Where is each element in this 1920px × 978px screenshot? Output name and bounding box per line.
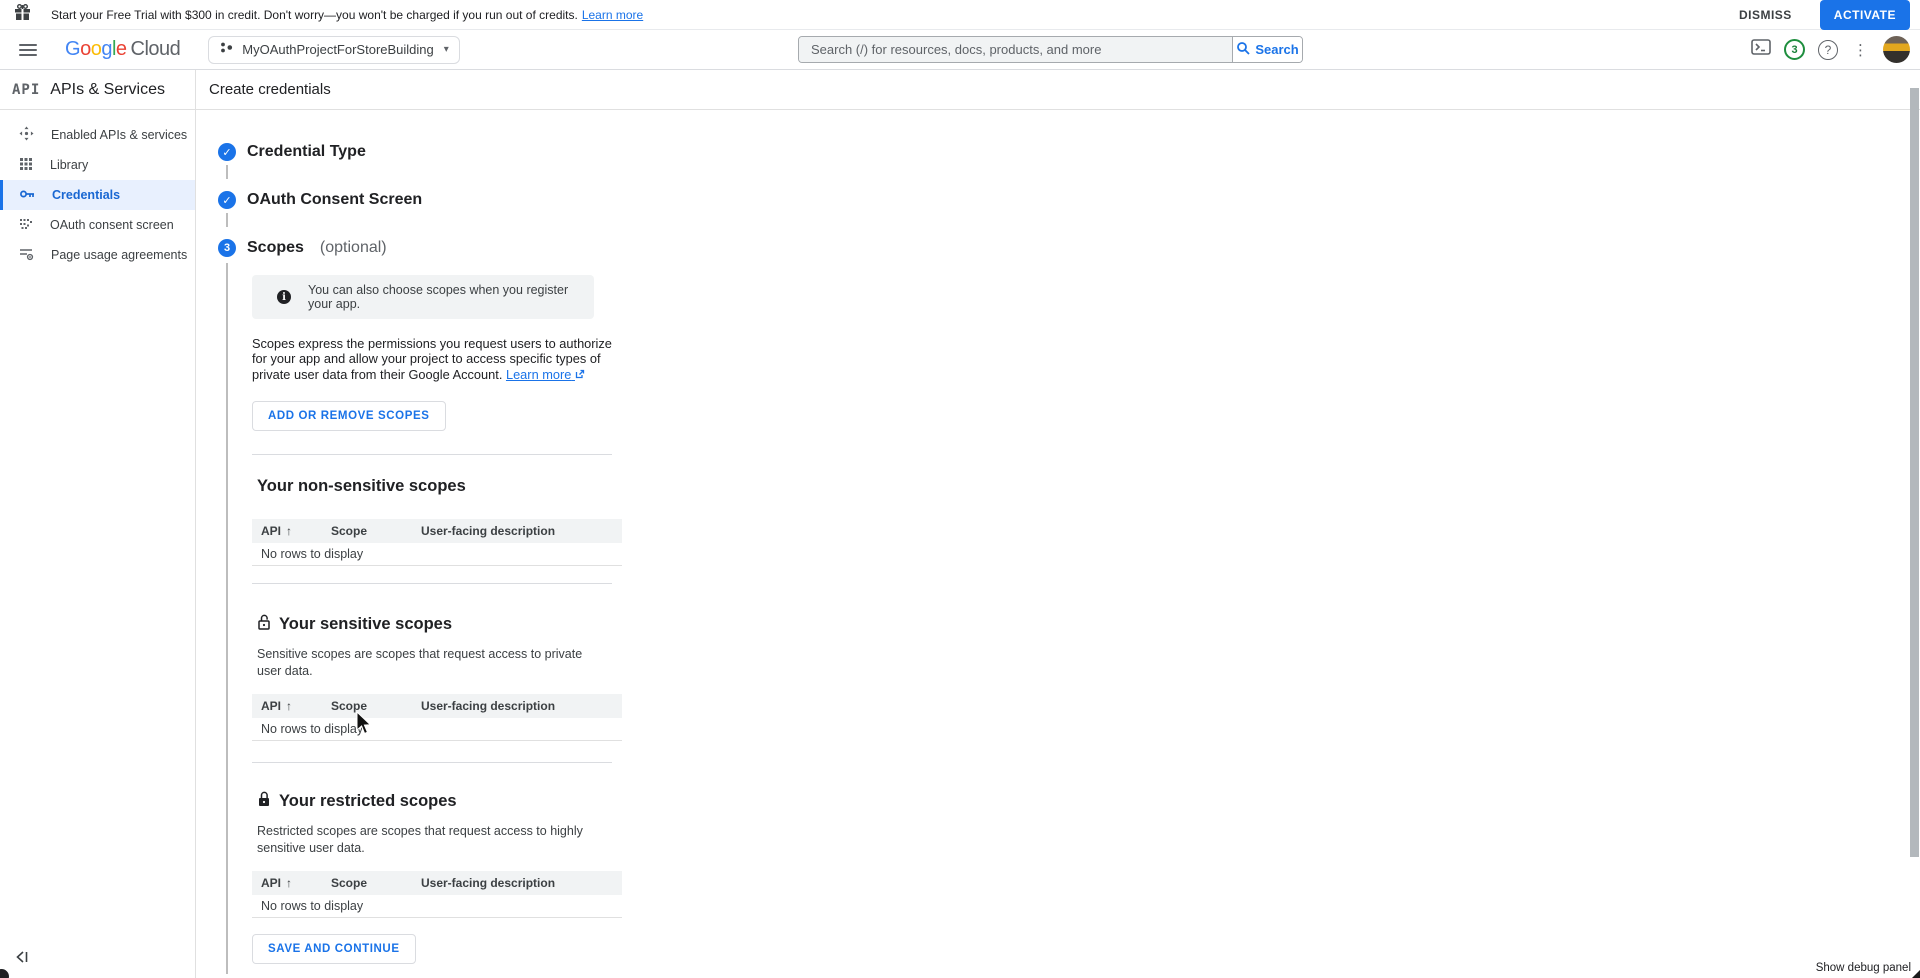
section-description: Sensitive scopes are scopes that request… — [257, 646, 602, 680]
gift-icon — [14, 4, 31, 26]
cloud-logo-word: Cloud — [131, 38, 181, 60]
step-credential-type: ✓ Credential Type — [218, 143, 1920, 161]
lock-open-icon — [257, 614, 271, 635]
trial-learn-more-link[interactable]: Learn more — [582, 8, 643, 22]
step-scopes: 3 Scopes (optional) — [218, 239, 1920, 257]
project-name: MyOAuthProjectForStoreBuilding — [242, 42, 433, 57]
scopes-description: Scopes express the permissions you reque… — [252, 336, 618, 382]
sidebar: Enabled APIs & services Library Credenti… — [0, 110, 196, 978]
scopes-table: API ↑ Scope User-facing description No r… — [252, 871, 622, 918]
column-header-description[interactable]: User-facing description — [421, 876, 555, 890]
sort-asc-icon: ↑ — [286, 876, 292, 890]
help-icon[interactable]: ? — [1818, 40, 1838, 60]
save-and-continue-button[interactable]: SAVE AND CONTINUE — [252, 934, 416, 964]
step-oauth-consent: ✓ OAuth Consent Screen — [218, 191, 1920, 209]
non-sensitive-scopes-section: Your non-sensitive scopes API ↑ Scope Us… — [252, 477, 1920, 566]
scopes-learn-more-link[interactable]: Learn more — [506, 367, 585, 382]
sensitive-scopes-section: Your sensitive scopes Sensitive scopes a… — [252, 614, 1920, 741]
column-header-scope[interactable]: Scope — [331, 876, 421, 890]
avatar[interactable] — [1883, 36, 1910, 63]
sidebar-item-oauth-consent[interactable]: OAuth consent screen — [0, 210, 195, 240]
column-header-description[interactable]: User-facing description — [421, 699, 555, 713]
show-debug-panel-link[interactable]: Show debug panel — [1816, 962, 1911, 974]
more-options-icon[interactable]: ⋮ — [1851, 41, 1870, 59]
collapse-sidebar-icon[interactable] — [15, 950, 30, 968]
google-cloud-logo[interactable]: GoogleCloud — [65, 38, 180, 61]
divider — [252, 583, 612, 584]
section-title: Your non-sensitive scopes — [257, 477, 1920, 496]
enabled-apis-icon — [19, 126, 34, 144]
divider — [252, 762, 612, 763]
search-box: Search — [798, 36, 1303, 63]
column-header-scope[interactable]: Scope — [331, 699, 421, 713]
sidebar-item-library[interactable]: Library — [0, 150, 195, 180]
top-nav: GoogleCloud MyOAuthProjectForStoreBuildi… — [0, 30, 1920, 70]
sidebar-title: APIs & Services — [50, 81, 165, 99]
scopes-table: API ↑ Scope User-facing description No r… — [252, 519, 622, 566]
scopes-table: API ↑ Scope User-facing description No r… — [252, 694, 622, 741]
vertical-scrollbar[interactable] — [1908, 70, 1920, 978]
search-button[interactable]: Search — [1232, 37, 1302, 62]
column-header-scope[interactable]: Scope — [331, 524, 421, 538]
search-input[interactable] — [799, 37, 1232, 62]
trial-banner: Start your Free Trial with $300 in credi… — [0, 0, 1920, 30]
scrollbar-thumb[interactable] — [1910, 88, 1919, 857]
step2-label: OAuth Consent Screen — [247, 191, 422, 209]
project-selector[interactable]: MyOAuthProjectForStoreBuilding ▾ — [208, 36, 460, 64]
cloud-shell-icon[interactable] — [1751, 39, 1771, 60]
api-icon: API — [12, 82, 40, 98]
section-title: Your restricted scopes — [279, 792, 457, 811]
chevron-down-icon: ▾ — [444, 44, 449, 55]
google-logo-word: Google — [65, 38, 127, 60]
sidebar-item-enabled-apis[interactable]: Enabled APIs & services — [0, 120, 195, 150]
step3-label: Scopes — [247, 239, 304, 257]
scopes-info-box: i You can also choose scopes when you re… — [252, 275, 594, 319]
library-icon — [19, 157, 33, 174]
section-title: Your sensitive scopes — [279, 615, 452, 634]
column-header-description[interactable]: User-facing description — [421, 524, 555, 538]
sidebar-item-page-usage[interactable]: Page usage agreements — [0, 240, 195, 270]
step1-label: Credential Type — [247, 143, 366, 161]
main-content: ✓ Credential Type ✓ OAuth Consent Screen… — [196, 110, 1920, 978]
nav-icons: 3 ? ⋮ — [1751, 30, 1910, 69]
sidebar-item-credentials[interactable]: Credentials — [0, 180, 195, 210]
step1-check-icon: ✓ — [218, 143, 236, 161]
dismiss-button[interactable]: DISMISS — [1725, 1, 1806, 29]
step3-number: 3 — [218, 239, 236, 257]
empty-table-row: No rows to display — [252, 718, 622, 741]
page-title: Create credentials — [209, 81, 331, 98]
sidebar-header: API APIs & Services — [0, 70, 196, 109]
column-header-api[interactable]: API ↑ — [261, 524, 331, 538]
section-description: Restricted scopes are scopes that reques… — [257, 823, 602, 857]
column-header-api[interactable]: API ↑ — [261, 876, 331, 890]
info-icon: i — [277, 290, 291, 304]
empty-table-row: No rows to display — [252, 543, 622, 566]
agreements-icon — [19, 247, 34, 264]
hamburger-menu-icon[interactable] — [19, 44, 37, 56]
scopes-info-text: You can also choose scopes when you regi… — [308, 283, 584, 311]
divider — [252, 454, 612, 455]
step-connector — [226, 213, 228, 227]
project-icon — [219, 40, 234, 60]
search-icon — [1236, 41, 1250, 58]
notifications-badge[interactable]: 3 — [1784, 39, 1805, 60]
step3-optional-label: (optional) — [320, 239, 387, 257]
scopes-panel: i You can also choose scopes when you re… — [226, 263, 1920, 974]
debug-panel-corner[interactable] — [1912, 970, 1920, 978]
step2-check-icon: ✓ — [218, 191, 236, 209]
trial-banner-text: Start your Free Trial with $300 in credi… — [51, 8, 578, 22]
lock-icon — [257, 791, 271, 812]
restricted-scopes-section: Your restricted scopes Restricted scopes… — [252, 791, 1920, 918]
activate-button[interactable]: ACTIVATE — [1820, 0, 1910, 30]
consent-screen-icon — [19, 217, 33, 234]
key-icon — [19, 187, 35, 204]
external-link-icon — [575, 369, 585, 379]
step-connector — [226, 165, 228, 179]
header-band: API APIs & Services Create credentials — [0, 70, 1920, 110]
add-or-remove-scopes-button[interactable]: ADD OR REMOVE SCOPES — [252, 401, 446, 431]
column-header-api[interactable]: API ↑ — [261, 699, 331, 713]
sort-asc-icon: ↑ — [286, 524, 292, 538]
sort-asc-icon: ↑ — [286, 699, 292, 713]
empty-table-row: No rows to display — [252, 895, 622, 918]
